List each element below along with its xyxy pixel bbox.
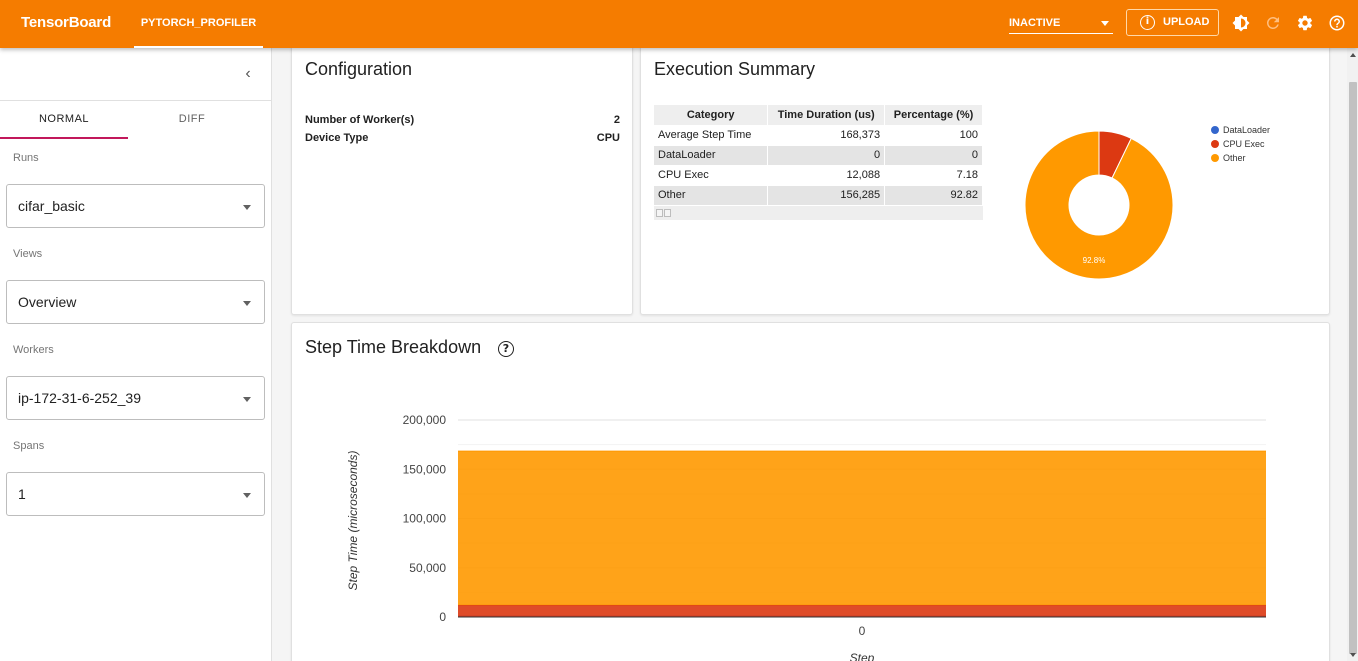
- legend-item[interactable]: DataLoader: [1211, 123, 1270, 137]
- scrollbar-thumb[interactable]: [1349, 82, 1357, 654]
- config-key: Number of Worker(s): [305, 114, 415, 126]
- upload-label: UPLOAD: [1163, 16, 1210, 28]
- theme-icon[interactable]: [1232, 14, 1250, 32]
- column-header[interactable]: Percentage (%): [884, 105, 983, 125]
- spans-label: Spans: [13, 440, 45, 452]
- table-cell: Other: [654, 185, 769, 206]
- spans-value: 1: [18, 486, 26, 502]
- legend-swatch: [1211, 126, 1219, 134]
- y-tick-label: 100,000: [403, 512, 447, 526]
- table-row: Other 156,285 92.82: [654, 185, 983, 206]
- y-tick-label: 200,000: [403, 413, 447, 427]
- table-cell: DataLoader: [654, 145, 769, 166]
- spans-select[interactable]: 1: [6, 472, 265, 516]
- step-time-card: Step Time Breakdown ? 0 50,000 100,000 150,…: [291, 322, 1330, 661]
- legend-label: CPU Exec: [1223, 139, 1265, 149]
- dropdown-caret-icon: [1101, 21, 1109, 26]
- area-series[interactable]: [458, 451, 1266, 606]
- table-row: CPU Exec 12,088 7.18: [654, 165, 983, 186]
- dropdown-caret-icon: [243, 397, 251, 402]
- scroll-down-arrow[interactable]: [1350, 653, 1356, 657]
- reload-icon[interactable]: [1264, 14, 1282, 32]
- config-value: CPU: [596, 132, 620, 144]
- legend-item[interactable]: Other: [1211, 151, 1270, 165]
- config-row: Device Type CPU: [305, 132, 620, 144]
- tab-normal-label: NORMAL: [38, 113, 90, 125]
- table-cell: 168,373: [767, 125, 886, 146]
- chevron-left-icon[interactable]: ‹: [240, 66, 256, 82]
- scroll-up-arrow[interactable]: [1350, 53, 1356, 57]
- runs-label: Runs: [13, 152, 39, 164]
- pie-legend: DataLoader CPU Exec Other: [1211, 123, 1270, 165]
- step-time-chart: 0 50,000 100,000 150,000 200,000 0 Step Step Ti…: [346, 413, 1266, 661]
- table-cell: 156,285: [767, 185, 886, 206]
- settings-icon[interactable]: [1296, 14, 1314, 32]
- views-value: Overview: [18, 294, 77, 310]
- table-cell: Average Step Time: [654, 125, 769, 146]
- table-cell: 7.18: [884, 165, 983, 186]
- y-axis-label: Step Time (microseconds): [346, 451, 360, 591]
- table-header-row: Category Time Duration (us) Percentage (…: [654, 105, 983, 125]
- execution-pie-chart: 92.8%: [1024, 130, 1174, 280]
- dropdown-caret-icon: [243, 205, 251, 210]
- top-app-bar: TensorBoard PYTORCH_PROFILER INACTIVE i …: [0, 0, 1358, 48]
- table-cell: 0: [884, 145, 983, 166]
- column-header[interactable]: Time Duration (us): [767, 105, 886, 125]
- tab-normal[interactable]: NORMAL: [0, 101, 128, 139]
- y-tick-label: 50,000: [409, 561, 446, 575]
- legend-swatch: [1211, 140, 1219, 148]
- legend-label: DataLoader: [1223, 125, 1271, 135]
- table-cell: CPU Exec: [654, 165, 769, 186]
- config-key: Device Type: [305, 132, 369, 144]
- table-row: Average Step Time 168,373 100: [654, 125, 983, 146]
- plugin-tab-label: PYTORCH_PROFILER: [140, 17, 257, 29]
- table-row: DataLoader 0 0: [654, 145, 983, 166]
- views-select[interactable]: Overview: [6, 280, 265, 324]
- app-brand[interactable]: TensorBoard: [21, 14, 111, 31]
- tab-diff[interactable]: DIFF: [128, 101, 256, 139]
- execution-summary-card: Execution Summary Category Time Duration…: [640, 44, 1330, 315]
- table-cell: 100: [884, 125, 983, 146]
- table-cell: 92.82: [884, 185, 983, 206]
- sidebar: ‹ NORMAL DIFF Runs cifar_basic Views Ove…: [0, 48, 272, 661]
- legend-swatch: [1211, 154, 1219, 162]
- workers-select[interactable]: ip-172-31-6-252_39: [6, 376, 265, 420]
- y-tick-label: 150,000: [403, 462, 447, 476]
- page-prev-button[interactable]: [656, 209, 663, 217]
- config-row: Number of Worker(s) 2: [305, 114, 620, 126]
- active-tab-indicator: [0, 137, 128, 139]
- dropdown-caret-icon: [243, 301, 251, 306]
- workers-value: ip-172-31-6-252_39: [18, 390, 141, 406]
- help-icon[interactable]: [1328, 14, 1346, 32]
- inactive-select-label: INACTIVE: [1009, 17, 1061, 29]
- dropdown-caret-icon: [243, 493, 251, 498]
- execution-summary-table: Category Time Duration (us) Percentage (…: [654, 105, 983, 206]
- table-pager: [654, 206, 983, 220]
- table-cell: 0: [767, 145, 886, 166]
- info-icon: i: [1140, 15, 1155, 30]
- tab-diff-label: DIFF: [178, 113, 206, 125]
- legend-item[interactable]: CPU Exec: [1211, 137, 1270, 151]
- config-value: 2: [613, 114, 620, 126]
- table-cell: 12,088: [767, 165, 886, 186]
- runs-select[interactable]: cifar_basic: [6, 184, 265, 228]
- active-tab-indicator: [134, 46, 263, 48]
- workers-label: Workers: [13, 344, 54, 356]
- configuration-card: Configuration Number of Worker(s) 2 Devi…: [291, 44, 633, 315]
- execution-summary-title: Execution Summary: [654, 59, 816, 79]
- legend-label: Other: [1223, 153, 1246, 163]
- inactive-plugins-select[interactable]: INACTIVE: [1009, 12, 1113, 34]
- views-label: Views: [13, 248, 43, 260]
- configuration-title: Configuration: [305, 59, 413, 79]
- x-axis-label: Step: [850, 651, 875, 661]
- pie-slice-label: 92.8%: [1083, 256, 1106, 265]
- tab-pytorch-profiler[interactable]: PYTORCH_PROFILER: [134, 0, 263, 48]
- y-tick-label: 0: [439, 610, 446, 624]
- page-next-button[interactable]: [664, 209, 671, 217]
- column-header[interactable]: Category: [654, 105, 769, 125]
- runs-value: cifar_basic: [18, 198, 85, 214]
- x-tick-label: 0: [859, 624, 866, 638]
- upload-button[interactable]: i UPLOAD: [1126, 9, 1219, 36]
- area-series[interactable]: [458, 605, 1266, 617]
